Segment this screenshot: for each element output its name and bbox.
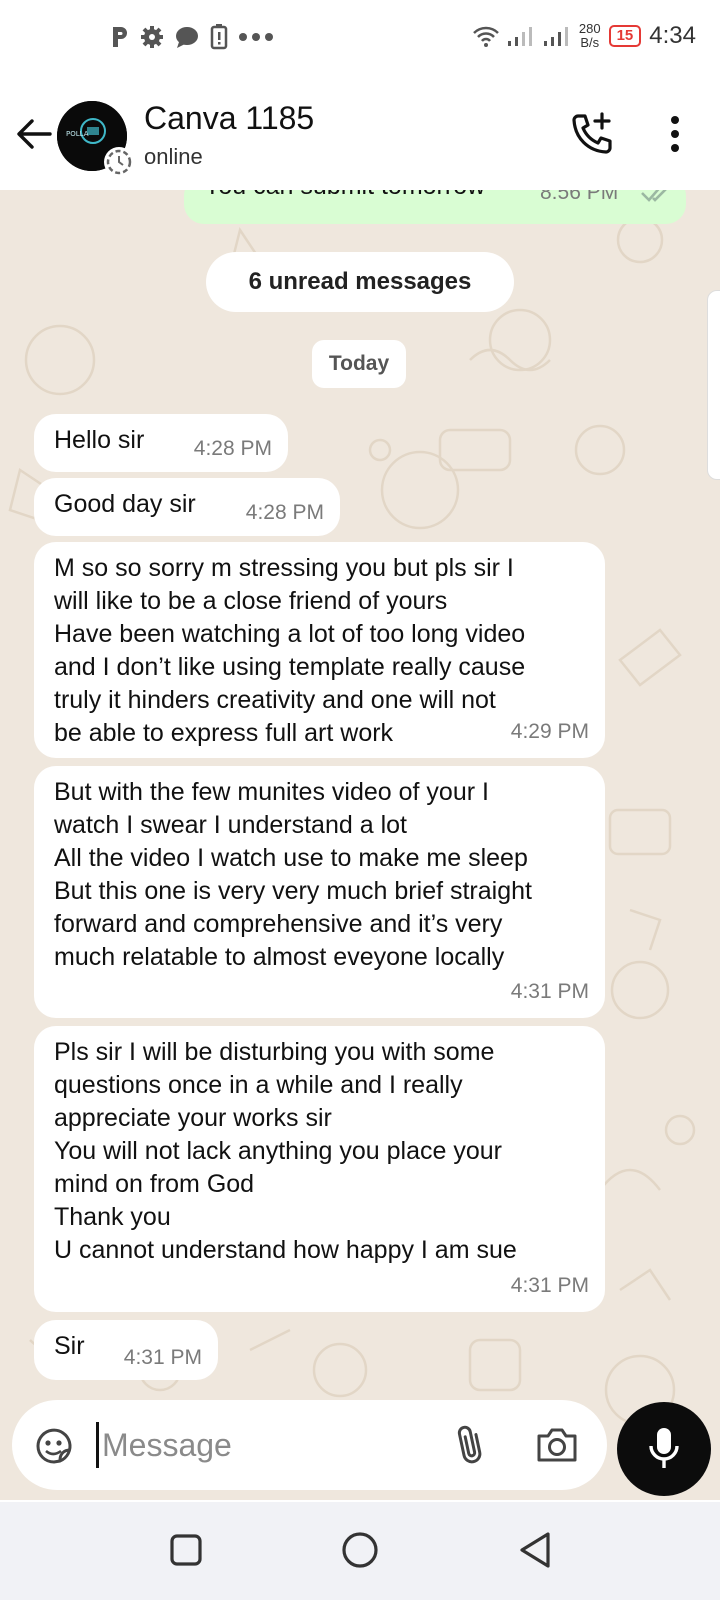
incoming-message[interactable]: But with the few munites video of your I… [34,766,605,1018]
message-line: But with the few munites video of your I [54,778,489,806]
p-icon [113,27,127,47]
back-arrow-icon[interactable] [14,114,54,154]
battery-indicator: 15 [608,25,642,47]
voice-record-button[interactable] [617,1402,711,1496]
message-line: appreciate your works sir [54,1104,332,1132]
message-line: Pls sir I will be disturbing you with so… [54,1038,495,1066]
message-line: be able to express full art work [54,719,394,747]
status-time: 4:34 [649,22,696,49]
message-time: 4:31 PM [123,1346,202,1369]
message-line: forward and comprehensive and it’s very [54,910,503,938]
home-circle-icon[interactable] [340,1530,380,1570]
message-input[interactable] [102,1416,432,1474]
recents-square-icon[interactable] [168,1532,204,1568]
message-line: watch I swear I understand a lot [54,811,407,839]
unread-banner: 6 unread messages [206,252,514,312]
incoming-message[interactable]: Pls sir I will be disturbing you with so… [34,1026,605,1312]
status-icons-left [110,24,274,50]
message-line: mind on from God [54,1170,255,1198]
contact-name[interactable]: Canva 1185 [144,100,314,137]
status-ring-badge [104,147,134,177]
message-time: 4:31 PM [510,980,589,1003]
more-vert-icon[interactable] [660,112,690,156]
message-time: 4:28 PM [245,501,324,524]
gear-icon [141,26,163,48]
chat-icon [176,27,198,48]
chat-area[interactable]: You can submit tomorrow 8:56 PM 6 unread… [0,190,720,1500]
signal-icon [543,27,568,46]
system-nav-bar [0,1502,720,1600]
network-speed: 280 B/s [578,21,601,50]
text-cursor [96,1422,99,1468]
message-composer[interactable] [12,1400,607,1490]
back-triangle-icon[interactable] [516,1530,554,1570]
signal-icon [507,27,532,46]
message-line: Thank you [54,1203,171,1231]
message-line: truly it hinders creativity and one will… [54,686,496,714]
message-line: You will not lack anything you place you… [54,1137,502,1165]
svg-text:POLLA: POLLA [66,130,89,138]
message-line: much relatable to almost eveyone locally [54,943,505,971]
message-time: 4:31 PM [510,1274,589,1297]
mic-icon [649,1428,679,1468]
camera-icon[interactable] [534,1422,580,1466]
message-time: 4:28 PM [193,437,272,460]
chat-header: POLLA Canva 1185 online [0,80,720,190]
message-time: 8:56 PM [540,190,619,204]
message-line: Have been watching a lot of too long vid… [54,620,526,648]
message-line: M so so sorry m stressing you but pls si… [54,554,514,582]
incoming-message[interactable]: M so so sorry m stressing you but pls si… [34,542,605,758]
more-dots-icon [239,33,273,41]
story-ring-icon [106,149,132,175]
status-bar: 280 B/s 15 4:34 [0,0,720,80]
message-text: You can submit tomorrow [204,190,485,201]
message-line: But this one is very very much brief str… [54,877,532,905]
incoming-message[interactable]: Hello sir 4:28 PM [34,414,288,472]
attach-icon[interactable] [448,1422,492,1468]
wifi-icon [473,26,499,47]
message-line: and I don’t like using template really c… [54,653,526,681]
message-line: U cannot understand how happy I am sue [54,1236,517,1264]
incoming-message[interactable]: Good day sir 4:28 PM [34,478,340,536]
date-chip: Today [312,340,406,388]
status-icons-right: 280 B/s 15 4:34 [473,22,696,50]
outgoing-message[interactable]: You can submit tomorrow 8:56 PM [184,190,686,224]
battery-saver-icon [210,24,228,50]
composer-bar [0,1390,720,1500]
sticker-icon[interactable] [32,1424,76,1468]
message-line: questions once in a while and I really [54,1071,463,1099]
side-panel-handle[interactable] [707,290,720,480]
avatar[interactable]: POLLA [57,101,134,177]
message-line: will like to be a close friend of yours [54,587,448,615]
double-check-icon [641,190,667,202]
message-line: All the video I watch use to make me sle… [54,844,528,872]
contact-status: online [144,144,203,169]
add-call-icon[interactable] [568,110,616,158]
message-time: 4:29 PM [510,720,589,743]
incoming-message[interactable]: Sir 4:31 PM [34,1320,218,1380]
